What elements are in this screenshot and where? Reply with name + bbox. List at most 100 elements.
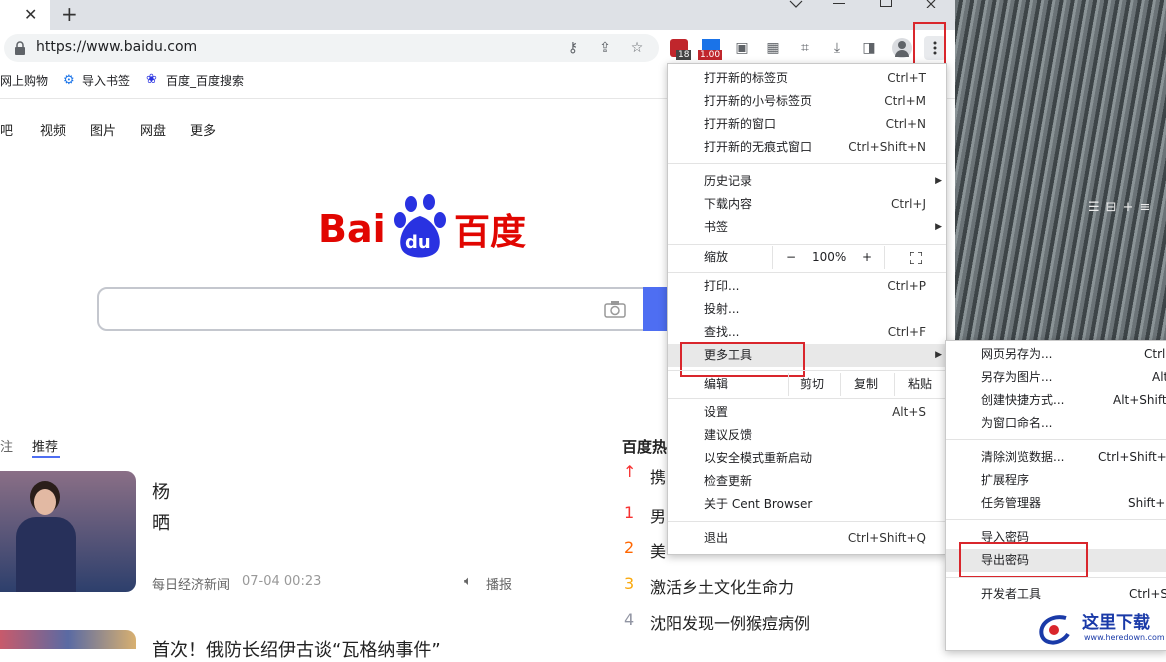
logo-bai: Bai — [318, 207, 386, 251]
watermark-url: www.heredown.com — [1084, 633, 1165, 642]
menu-about[interactable]: 关于 Cent Browser — [668, 493, 946, 516]
extension-badge-18: 18 — [676, 50, 692, 60]
close-window-button[interactable] — [926, 0, 940, 8]
hot-rank-2: 2 — [624, 538, 635, 557]
edit-copy-button[interactable]: 复制 — [854, 373, 878, 396]
hot-list-title[interactable]: 百度热 — [622, 436, 667, 457]
browser-main-menu: 打开新的标签页 Ctrl+T 打开新的小号标签页 Ctrl+M 打开新的窗口 Ctrl… — [667, 63, 947, 555]
hot-item-4[interactable]: 沈阳发现一例猴痘病例 — [650, 610, 810, 634]
export-passwords-highlight — [959, 542, 1088, 578]
pin-top-icon: ↑ — [623, 462, 637, 481]
zoom-in-button[interactable]: + — [862, 246, 872, 269]
tab-search-icon[interactable] — [788, 0, 804, 10]
vr-extension-icon[interactable]: ▣ — [731, 37, 753, 59]
menu-downloads[interactable]: 下载内容 Ctrl+J — [668, 193, 946, 216]
logo-chinese: 百度 — [454, 212, 526, 253]
bookmark-baidu-search[interactable]: 百度_百度搜索 — [166, 67, 244, 95]
news-thumbnail[interactable] — [0, 471, 136, 592]
chevron-right-icon: ▶ — [935, 350, 942, 360]
menu-safe-mode-restart[interactable]: 以安全模式重新启动 — [668, 447, 946, 470]
nav-more[interactable]: 更多 — [190, 120, 216, 139]
edit-cut-button[interactable]: 剪切 — [800, 373, 824, 396]
news-title-line1[interactable]: 杨 — [152, 478, 170, 504]
menu-separator — [668, 521, 946, 522]
menu-feedback[interactable]: 建议反馈 — [668, 424, 946, 447]
menu-cast[interactable]: 投射... — [668, 298, 946, 321]
menu-exit[interactable]: 退出 Ctrl+Shift+Q — [668, 527, 946, 550]
menu-check-update[interactable]: 检查更新 — [668, 470, 946, 493]
menu-new-incognito[interactable]: 打开新的无痕式窗口 Ctrl+Shift+N — [668, 136, 946, 159]
zoom-out-button[interactable]: − — [786, 246, 796, 269]
menu-history[interactable]: 历史记录 ▶ — [668, 170, 946, 193]
extensions-puzzle-icon[interactable]: ▦ — [762, 37, 784, 59]
menu-new-alt-tab[interactable]: 打开新的小号标签页 Ctrl+M — [668, 90, 946, 113]
menu-new-window[interactable]: 打开新的窗口 Ctrl+N — [668, 113, 946, 136]
background-wallpaper-top — [955, 0, 1166, 340]
star-icon[interactable]: ☆ — [626, 37, 648, 59]
submenu-task-manager[interactable]: 任务管理器 Shift+ — [946, 492, 1166, 515]
download-icon[interactable]: ⤓ — [826, 37, 848, 59]
gear-icon: ⚙ — [63, 73, 75, 88]
camera-icon[interactable] — [604, 300, 626, 318]
news-time: 07-04 00:23 — [242, 574, 322, 589]
submenu-save-page[interactable]: 网页另存为... Ctrl — [946, 343, 1166, 366]
tab-recommend[interactable]: 推荐 — [32, 436, 58, 455]
hot-item-1[interactable]: 男 — [650, 503, 666, 527]
hot-rank-1: 1 — [624, 503, 635, 522]
side-panel-icon[interactable]: ◨ — [858, 37, 880, 59]
nav-tieba[interactable]: 吧 — [0, 120, 13, 139]
profile-avatar[interactable] — [892, 38, 912, 58]
submenu-create-shortcut[interactable]: 创建快捷方式... Alt+Shift — [946, 389, 1166, 412]
tab-follow[interactable]: 注 — [0, 436, 13, 455]
menu-separator — [668, 163, 946, 164]
nav-netdisk[interactable]: 网盘 — [140, 120, 166, 139]
crop-icon[interactable]: ⌗ — [794, 37, 816, 59]
hot-item-3[interactable]: 激活乡土文化生命力 — [650, 574, 794, 598]
submenu-clear-data[interactable]: 清除浏览数据... Ctrl+Shift+ — [946, 446, 1166, 469]
submenu-devtools[interactable]: 开发者工具Ctrl+Shift — [946, 583, 1166, 606]
menu-separator — [668, 244, 946, 245]
minimize-button[interactable] — [833, 3, 845, 4]
watermark-text: 这里下载 — [1082, 613, 1150, 633]
menu-bookmarks[interactable]: 书签 ▶ — [668, 216, 946, 239]
baidu-logo: Bai du 百度 — [318, 194, 526, 258]
paw-icon: ❀ — [146, 72, 157, 87]
menu-zoom-row: 缩放 − 100% + — [668, 246, 946, 269]
news-title-line2[interactable]: 晒 — [152, 509, 170, 535]
menu-separator — [668, 272, 946, 273]
bookmark-online-shopping[interactable]: 网上购物 — [0, 67, 48, 95]
menu-print[interactable]: 打印... Ctrl+P — [668, 275, 946, 298]
hot-item-2[interactable]: 美 — [650, 538, 666, 562]
submenu-save-as-image[interactable]: 另存为图片... Alt — [946, 366, 1166, 389]
logo-du: du — [405, 232, 431, 253]
news-source: 每日经济新闻 — [152, 578, 231, 593]
submenu-name-window[interactable]: 为窗口命名... — [946, 412, 1166, 435]
menu-find[interactable]: 查找... Ctrl+F — [668, 321, 946, 344]
news-title-2[interactable]: 首次！俄防长绍伊古谈“瓦格纳事件” — [152, 636, 441, 662]
menu-edit-row: 编辑 剪切 复制 粘贴 — [668, 373, 946, 396]
fullscreen-icon[interactable] — [910, 252, 922, 264]
share-icon[interactable]: ⇪ — [594, 37, 616, 59]
hot-rank-4: 4 — [624, 610, 635, 629]
menu-new-tab[interactable]: 打开新的标签页 Ctrl+T — [668, 67, 946, 90]
nav-video[interactable]: 视频 — [40, 120, 66, 139]
news-thumbnail-2[interactable] — [0, 630, 136, 649]
new-tab-button[interactable]: + — [61, 0, 78, 29]
speaker-icon[interactable]: 🔈︎ — [464, 574, 472, 589]
more-tools-highlight — [680, 342, 805, 377]
url-text[interactable]: https://www.baidu.com — [36, 39, 197, 55]
menu-settings[interactable]: 设置 Alt+S — [668, 401, 946, 424]
key-icon[interactable]: ⚷ — [562, 37, 584, 59]
edit-paste-button[interactable]: 粘贴 — [908, 373, 932, 396]
overlay-toolbar-icons: ☰⊟+≡ — [1088, 200, 1157, 215]
extension-badge-100: 1.00 — [698, 50, 723, 60]
hot-item-pinned[interactable]: 携 — [650, 464, 666, 488]
maximize-button[interactable] — [880, 0, 892, 7]
address-bar[interactable]: https://www.baidu.com ⚷ ⇪ ☆ — [4, 34, 659, 62]
news-read-aloud[interactable]: 播报 — [486, 574, 512, 593]
close-tab-icon[interactable]: ✕ — [24, 0, 37, 30]
bookmark-import[interactable]: 导入书签 — [82, 67, 130, 95]
submenu-extensions[interactable]: 扩展程序 — [946, 469, 1166, 492]
search-input[interactable] — [97, 287, 649, 331]
nav-images[interactable]: 图片 — [90, 120, 116, 139]
